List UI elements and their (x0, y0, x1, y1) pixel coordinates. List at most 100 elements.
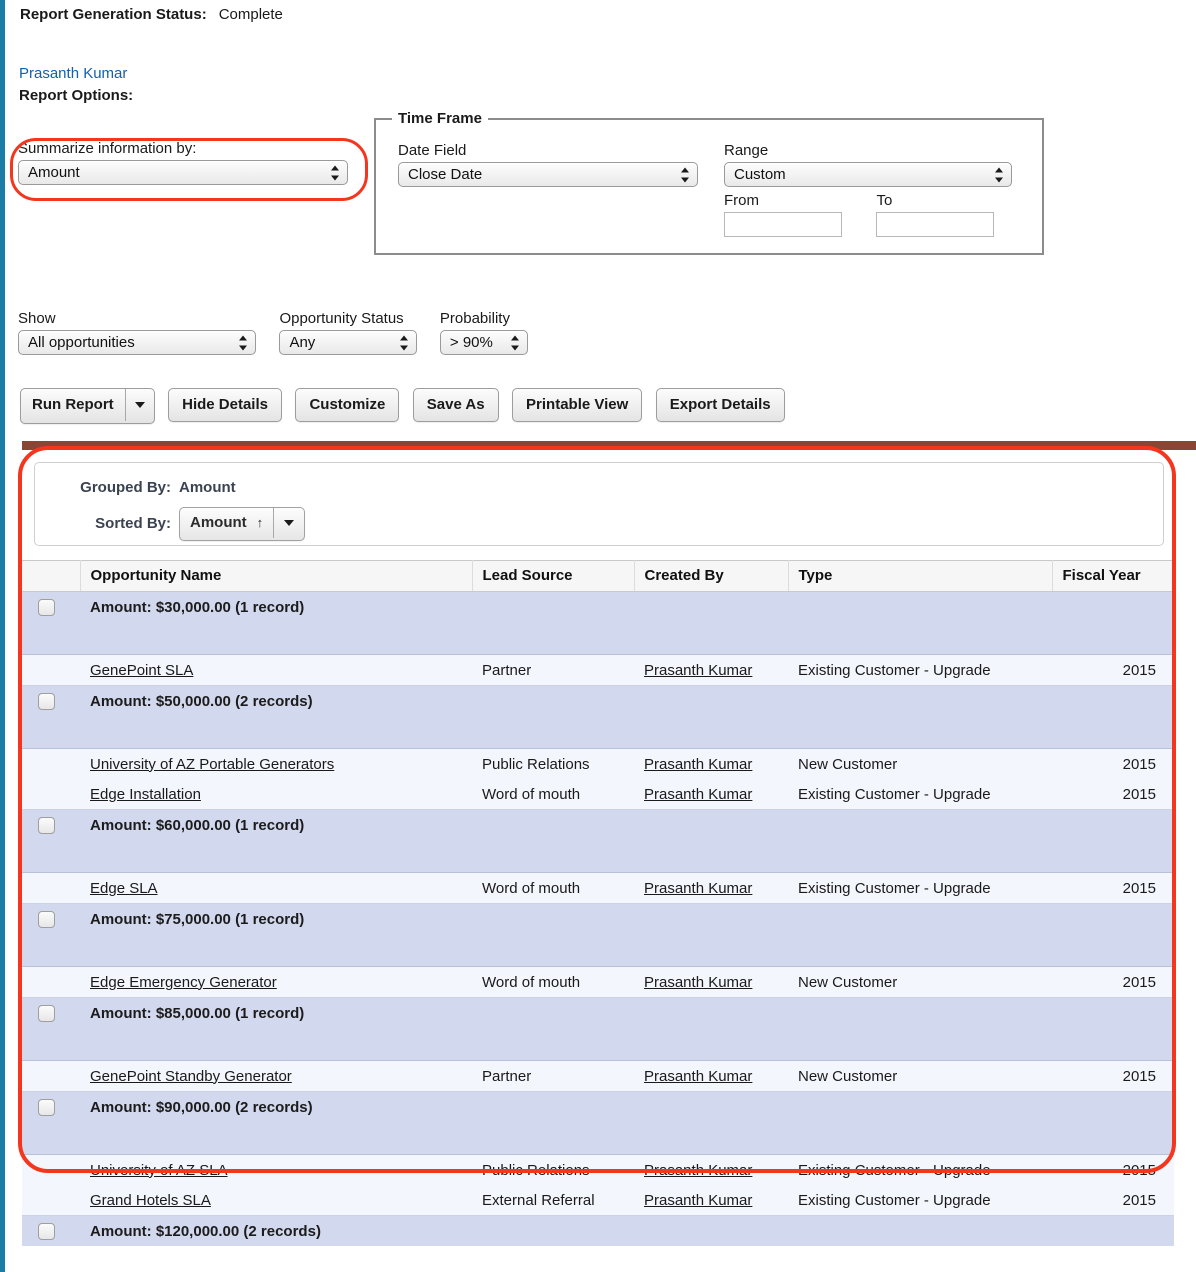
opportunity-name-link[interactable]: University of AZ SLA (90, 1162, 228, 1179)
opportunity-status-group: Opportunity Status Any (279, 310, 418, 360)
cell-type: New Customer (788, 748, 1052, 779)
to-group: To (876, 192, 995, 237)
show-value: All opportunities (28, 334, 135, 351)
report-table-body: Amount: $30,000.00 (1 record) GenePoint S… (22, 591, 1174, 1246)
created-by-link[interactable]: Prasanth Kumar (644, 1162, 752, 1179)
opportunity-status-value: Any (289, 334, 316, 351)
created-by-link[interactable]: Prasanth Kumar (644, 974, 752, 991)
report-owner-link[interactable]: Prasanth Kumar (19, 65, 127, 82)
group-checkbox[interactable] (38, 910, 55, 928)
group-header-row: Amount: $50,000.00 (2 records) (22, 685, 1174, 716)
cell-fiscal-year: 2015 (1052, 966, 1174, 998)
created-by-link[interactable]: Prasanth Kumar (644, 880, 752, 897)
cell-opportunity-name: University of AZ Portable Generators (80, 748, 472, 779)
opportunity-name-link[interactable]: University of AZ Portable Generators (90, 756, 334, 773)
opportunity-name-link[interactable]: Edge Emergency Generator (90, 974, 277, 991)
group-checkbox[interactable] (38, 1004, 55, 1022)
status-value: Complete (218, 6, 283, 23)
column-header-fiscal-year[interactable]: Fiscal Year (1052, 560, 1174, 592)
summarize-label: Summarize information by: (18, 140, 197, 157)
report-table: Opportunity Name Lead Source Created By … (22, 560, 1174, 1246)
opportunity-name-link[interactable]: Edge SLA (90, 880, 158, 897)
opportunity-name-link[interactable]: GenePoint SLA (90, 662, 193, 679)
cell-fiscal-year: 2015 (1052, 1154, 1174, 1185)
hide-details-button[interactable]: Hide Details (168, 388, 282, 422)
created-by-link[interactable]: Prasanth Kumar (644, 786, 752, 803)
group-summary-label: Amount: $50,000.00 (2 records) (80, 693, 313, 710)
cell-lead-source: Word of mouth (472, 779, 634, 810)
cell-type: Existing Customer - Upgrade (788, 1154, 1052, 1185)
chevron-down-icon (134, 401, 145, 408)
to-date-input[interactable] (876, 212, 995, 237)
run-report-split-button[interactable]: Run Report (20, 388, 155, 424)
cell-fiscal-year: 2015 (1052, 1060, 1174, 1092)
group-checkbox[interactable] (38, 1222, 55, 1240)
summarize-by-select[interactable]: Amount (18, 160, 348, 185)
run-report-dropdown-button[interactable] (126, 389, 154, 421)
sorted-by-split-button[interactable]: Amount ↑ (179, 507, 306, 541)
group-spacer-cell (22, 840, 1174, 873)
group-checkbox[interactable] (38, 692, 55, 710)
cell-fiscal-year: 2015 (1052, 748, 1174, 779)
group-spacer-cell (22, 1122, 1174, 1155)
group-label-cell: Amount: $50,000.00 (2 records) (80, 685, 1174, 716)
sorted-by-line: Sorted By: Amount ↑ (67, 507, 1163, 541)
group-select-cell (22, 903, 80, 934)
from-date-input[interactable] (724, 212, 842, 237)
opportunity-name-link[interactable]: GenePoint Standby Generator (90, 1068, 292, 1085)
export-details-button[interactable]: Export Details (655, 388, 785, 422)
cell-type: Existing Customer - Upgrade (788, 654, 1052, 686)
from-to-group: From To (724, 192, 995, 237)
column-header-type[interactable]: Type (788, 560, 1053, 592)
sorted-by-button[interactable]: Amount ↑ (180, 508, 275, 538)
report-toolbar: Run Report Hide Details Customize Save A… (20, 388, 794, 424)
group-amount: Amount: $30,000.00 (90, 598, 236, 616)
cell-created-by: Prasanth Kumar (634, 779, 788, 810)
row-select-cell (22, 779, 80, 810)
save-as-button[interactable]: Save As (412, 388, 499, 422)
range-select[interactable]: Custom (724, 162, 1012, 187)
probability-group: Probability > 90% (439, 310, 528, 360)
cell-type: Existing Customer - Upgrade (788, 1185, 1052, 1216)
group-checkbox[interactable] (38, 1098, 55, 1116)
created-by-link[interactable]: Prasanth Kumar (644, 1192, 752, 1209)
probability-value: > 90% (449, 334, 493, 351)
group-amount: Amount: $75,000.00 (90, 910, 236, 928)
range-group: Range Custom (724, 142, 1012, 192)
opportunity-name-link[interactable]: Edge Installation (90, 786, 201, 803)
group-checkbox[interactable] (38, 598, 55, 616)
group-checkbox[interactable] (38, 816, 55, 834)
report-generation-status: Report Generation Status: Complete (20, 6, 283, 23)
group-select-cell (22, 591, 80, 622)
cell-fiscal-year: 2015 (1052, 1185, 1174, 1216)
printable-view-button[interactable]: Printable View (512, 388, 643, 422)
date-field-select[interactable]: Close Date (398, 162, 698, 187)
date-field-label: Date Field (398, 142, 467, 159)
group-record-count: (2 records) (235, 692, 313, 710)
group-spacer-row (22, 840, 1174, 873)
stepper-arrows-icon (331, 164, 340, 181)
group-amount: Amount: $60,000.00 (90, 816, 236, 834)
column-header-opportunity-name[interactable]: Opportunity Name (80, 560, 473, 592)
probability-select[interactable]: > 90% (439, 330, 528, 355)
created-by-link[interactable]: Prasanth Kumar (644, 756, 752, 773)
created-by-link[interactable]: Prasanth Kumar (644, 1068, 752, 1085)
column-header-lead-source[interactable]: Lead Source (472, 560, 635, 592)
customize-button[interactable]: Customize (295, 388, 400, 422)
show-select[interactable]: All opportunities (18, 330, 256, 355)
opportunity-status-select[interactable]: Any (279, 330, 418, 355)
run-report-button[interactable]: Run Report (21, 389, 126, 421)
report-table-head: Opportunity Name Lead Source Created By … (22, 560, 1174, 592)
cell-lead-source: Partner (472, 1060, 634, 1092)
group-header-row: Amount: $90,000.00 (2 records) (22, 1091, 1174, 1122)
group-spacer-row (22, 934, 1174, 967)
column-header-created-by[interactable]: Created By (634, 560, 789, 592)
sorted-by-value: Amount (190, 514, 247, 531)
group-spacer-row (22, 1122, 1174, 1155)
group-summary-label: Amount: $30,000.00 (1 record) (80, 599, 304, 616)
created-by-link[interactable]: Prasanth Kumar (644, 662, 752, 679)
group-amount: Amount: $90,000.00 (90, 1098, 236, 1116)
sorted-by-dropdown-button[interactable] (274, 508, 304, 538)
row-select-cell (22, 872, 80, 904)
opportunity-name-link[interactable]: Grand Hotels SLA (90, 1192, 211, 1209)
